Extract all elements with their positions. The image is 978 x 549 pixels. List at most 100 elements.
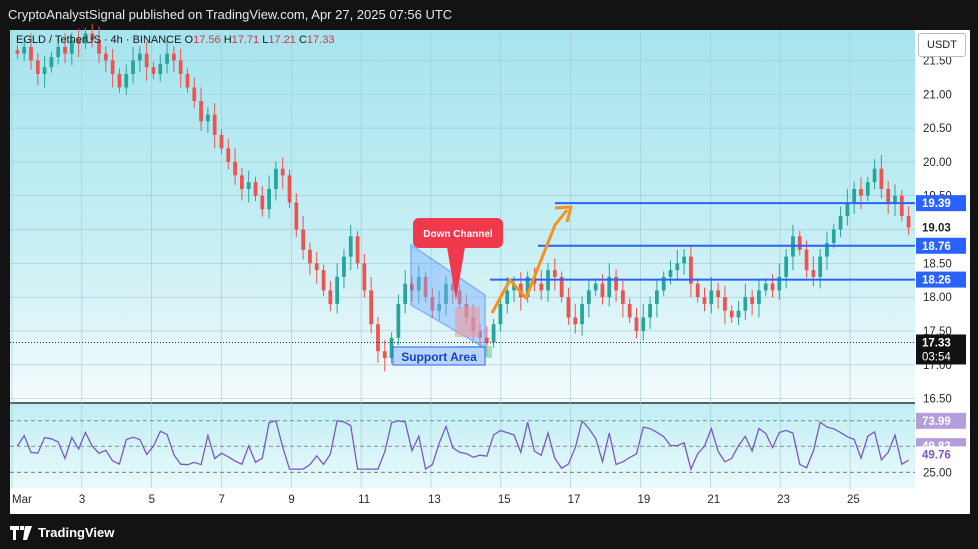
candle-body: [63, 46, 67, 54]
candle-body: [811, 270, 816, 277]
candle-body: [158, 63, 163, 74]
time-tick-label: 3: [79, 494, 85, 506]
rsi-tag-bottom: 25.00: [923, 467, 952, 479]
candle-body: [151, 67, 156, 74]
time-tick-label: 7: [219, 494, 225, 506]
candle-body: [668, 270, 673, 277]
candle-body: [491, 324, 496, 343]
candle-body: [634, 317, 639, 331]
candle-body: [260, 195, 265, 210]
candle-body: [280, 168, 285, 176]
time-tick-label: 21: [707, 494, 720, 506]
candle-body: [110, 60, 115, 74]
time-tick-label: 5: [149, 494, 155, 506]
candle-body: [301, 229, 305, 250]
candle-body: [321, 270, 326, 291]
candle-body: [831, 229, 836, 244]
open-label: O: [184, 34, 194, 46]
candle-body: [539, 283, 544, 291]
candle-body: [308, 249, 312, 264]
current-price-tag: 17.33: [922, 337, 951, 349]
candle-body: [212, 114, 217, 135]
candle-body: [29, 46, 33, 61]
candle-body: [124, 73, 129, 88]
price-tick-label: 21.00: [923, 89, 952, 101]
currency-button[interactable]: USDT: [918, 33, 966, 57]
time-tick-label: 17: [568, 494, 581, 506]
candle-body: [328, 290, 333, 304]
candle-body: [382, 351, 387, 359]
candle-body: [253, 182, 258, 196]
chart-frame: CryptoAnalystSignal published on Trading…: [0, 0, 978, 549]
candle-body: [716, 290, 720, 298]
candle-body: [695, 283, 700, 298]
candle-body: [362, 263, 367, 291]
candle-body: [165, 53, 169, 64]
candle-body: [376, 324, 380, 352]
candle-body: [287, 175, 292, 203]
candle-body: [797, 236, 802, 250]
channel-red-box: [455, 307, 480, 337]
candle-body: [763, 283, 768, 291]
candle-body: [682, 256, 686, 264]
chart-svg[interactable]: Down ChannelSupport Area 16.5017.0017.50…: [0, 0, 978, 549]
close-value: 17.33: [306, 34, 335, 46]
candle-body: [872, 168, 877, 183]
candle-body: [49, 57, 54, 68]
candle-body: [117, 73, 122, 88]
footer: TradingView: [0, 516, 978, 549]
symbol-name: EGLD / TetherUS · 4h · BINANCE: [16, 34, 182, 46]
candle-body: [893, 195, 897, 203]
candle-body: [552, 270, 557, 277]
symbol-info: EGLD / TetherUS · 4h · BINANCE O17.56 H1…: [16, 34, 334, 46]
candle-body: [852, 188, 857, 203]
candle-body: [757, 290, 761, 304]
candle-body: [627, 303, 632, 318]
candle-body: [396, 303, 401, 338]
rsi-tag-top: 73.99: [922, 416, 951, 428]
candle-body: [342, 256, 346, 277]
candle-body: [702, 297, 707, 304]
tradingview-icon: [10, 525, 32, 540]
candle-body: [246, 182, 251, 189]
candle-body: [736, 310, 741, 318]
candle-body: [206, 114, 210, 122]
candle-body: [784, 256, 789, 277]
candle-body: [906, 216, 911, 228]
tradingview-logo[interactable]: TradingView: [10, 525, 114, 540]
candle-body: [103, 53, 108, 61]
level-tag-18-26: 18.26: [922, 275, 951, 287]
candle-body: [750, 297, 754, 304]
candle-body: [369, 290, 374, 325]
candle-body: [865, 182, 870, 196]
high-value: 17.71: [231, 34, 260, 46]
price-tick-label: 18.00: [923, 292, 952, 304]
candle-body: [655, 290, 659, 304]
candle-body: [172, 53, 176, 61]
candle-body: [770, 283, 775, 291]
axis-tag-19-03: 19.03: [922, 222, 951, 234]
candle-body: [42, 67, 47, 74]
candle-body: [818, 256, 823, 277]
close-label: C: [298, 34, 307, 46]
candle-body: [675, 263, 680, 271]
candle-body: [566, 297, 571, 318]
candle-body: [600, 283, 605, 298]
candle-body: [22, 46, 27, 54]
open-value: 17.56: [193, 34, 221, 46]
low-value: 17.21: [268, 34, 296, 46]
candle-body: [314, 263, 319, 271]
level-tag-19-39: 19.39: [922, 198, 951, 210]
price-tick-label: 20.50: [923, 123, 952, 135]
candle-body: [267, 188, 271, 210]
time-tick-label: 19: [638, 494, 651, 506]
brand-label: TradingView: [38, 525, 115, 540]
candle-body: [131, 60, 135, 74]
candle-body: [641, 317, 646, 331]
price-tick-label: 18.50: [923, 258, 952, 270]
candle-body: [233, 161, 237, 176]
candle-body: [185, 73, 190, 88]
time-tick-label: 25: [847, 494, 860, 506]
candle-body: [580, 303, 584, 325]
candle-body: [505, 290, 510, 304]
